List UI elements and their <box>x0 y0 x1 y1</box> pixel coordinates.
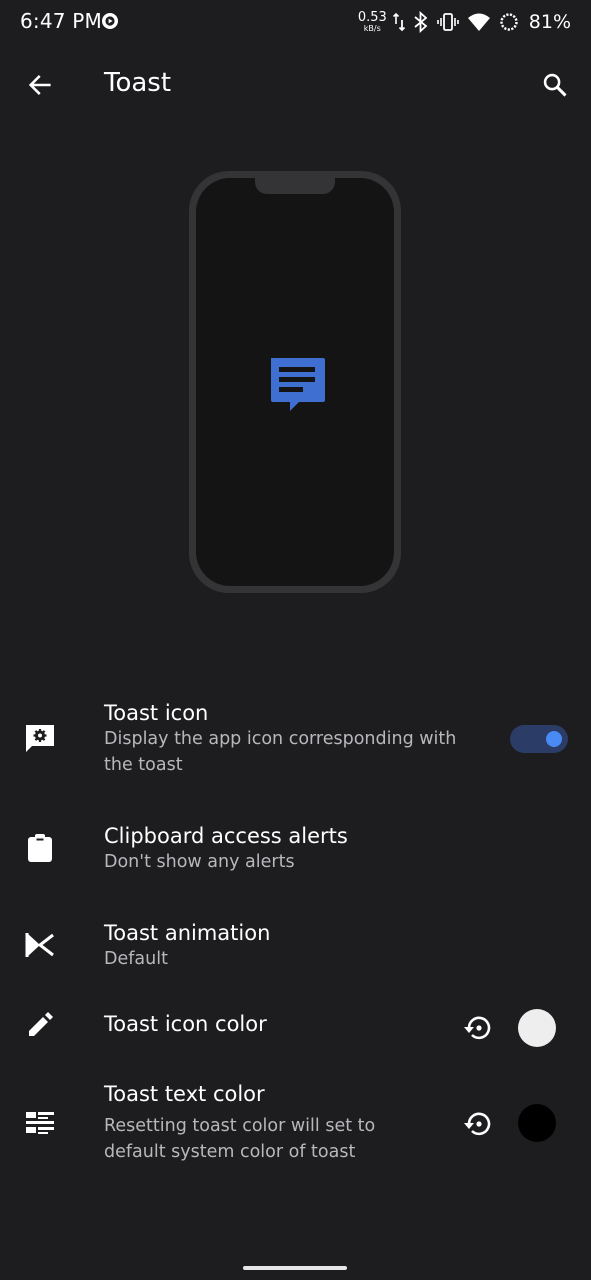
toggle-thumb <box>546 731 562 747</box>
battery-saver-icon <box>500 13 518 31</box>
row-text: Toast text color Resetting toast color w… <box>104 1081 375 1165</box>
toast-animation-title: Toast animation <box>104 921 271 945</box>
clipboard-alerts-title: Clipboard access alerts <box>104 824 348 848</box>
network-speed: 0.53 kB/s <box>358 11 387 33</box>
row-icon-wrap <box>24 1108 56 1140</box>
toast-icon-subtitle-line1: Display the app icon corresponding with <box>104 729 457 749</box>
row-icon-wrap <box>24 1008 56 1040</box>
row-text: Toast icon Display the app icon correspo… <box>104 700 456 778</box>
status-time: 6:47 PM <box>20 9 102 33</box>
bluetooth-icon <box>414 11 428 33</box>
clipboard-alerts-subtitle: Don't show any alerts <box>104 852 295 872</box>
toast-settings-screen: 6:47 PM 0.53 kB/s 81% Toast Toast icon D… <box>0 0 591 1280</box>
toast-icon-title: Toast icon <box>104 701 209 725</box>
back-button[interactable] <box>18 63 62 107</box>
search-button[interactable] <box>533 63 577 107</box>
phone-notch <box>255 178 335 194</box>
toast-icon-toggle[interactable] <box>510 725 568 753</box>
wifi-icon <box>467 13 490 31</box>
row-icon-wrap <box>24 832 56 864</box>
status-bar: 6:47 PM 0.53 kB/s 81% <box>0 0 591 44</box>
row-icon-wrap <box>24 929 56 961</box>
arrow-back-icon <box>28 75 51 95</box>
toast-icon-color-swatch[interactable] <box>518 1009 556 1047</box>
phone-mockup <box>189 171 401 593</box>
reset-icon <box>464 1016 491 1040</box>
reset-icon <box>464 1112 491 1136</box>
setting-toast-text-color[interactable]: Toast text color Resetting toast color w… <box>0 1080 591 1170</box>
animation-icon <box>25 933 54 957</box>
row-icon-wrap <box>24 722 56 754</box>
setting-toast-animation[interactable]: Toast animation Default <box>0 920 591 980</box>
toast-icon-subtitle-line2: the toast <box>104 755 183 775</box>
toast-text-color-subtitle-line1: Resetting toast color will set to <box>104 1116 376 1136</box>
page-title: Toast <box>104 68 172 98</box>
screen-record-icon <box>102 13 118 29</box>
toast-icon-color-reset-button[interactable] <box>458 1008 498 1048</box>
row-text: Toast icon color <box>104 1011 267 1037</box>
toast-icon-color-title: Toast icon color <box>104 1012 267 1036</box>
toast-text-color-title: Toast text color <box>104 1082 265 1106</box>
setting-clipboard-alerts[interactable]: Clipboard access alerts Don't show any a… <box>0 823 591 883</box>
phone-screen <box>196 178 394 586</box>
chat-settings-icon <box>26 725 54 752</box>
setting-toast-icon-color[interactable]: Toast icon color <box>0 1008 591 1048</box>
toast-text-color-subtitle-line2: default system color of toast <box>104 1142 356 1162</box>
text-format-icon <box>26 1112 54 1134</box>
setting-toast-icon[interactable]: Toast icon Display the app icon correspo… <box>0 700 591 786</box>
network-speed-value: 0.53 <box>357 10 387 25</box>
vibrate-icon <box>436 13 459 31</box>
toast-animation-value: Default <box>104 949 168 969</box>
battery-percent: 81% <box>528 11 571 33</box>
gesture-nav-handle[interactable] <box>243 1266 347 1270</box>
clipboard-icon <box>28 834 52 862</box>
toast-text-color-swatch[interactable] <box>518 1104 556 1142</box>
row-text: Clipboard access alerts Don't show any a… <box>104 823 348 875</box>
search-icon <box>543 73 567 97</box>
network-speed-unit: kB/s <box>363 24 381 33</box>
pencil-icon <box>29 1012 53 1036</box>
toast-text-color-reset-button[interactable] <box>458 1104 498 1144</box>
status-icons: 0.53 kB/s 81% <box>358 8 571 36</box>
message-text-icon <box>271 358 325 411</box>
data-transfer-icon <box>392 12 405 32</box>
app-bar: Toast <box>0 44 591 126</box>
row-text: Toast animation Default <box>104 920 270 972</box>
toast-preview <box>0 126 591 666</box>
